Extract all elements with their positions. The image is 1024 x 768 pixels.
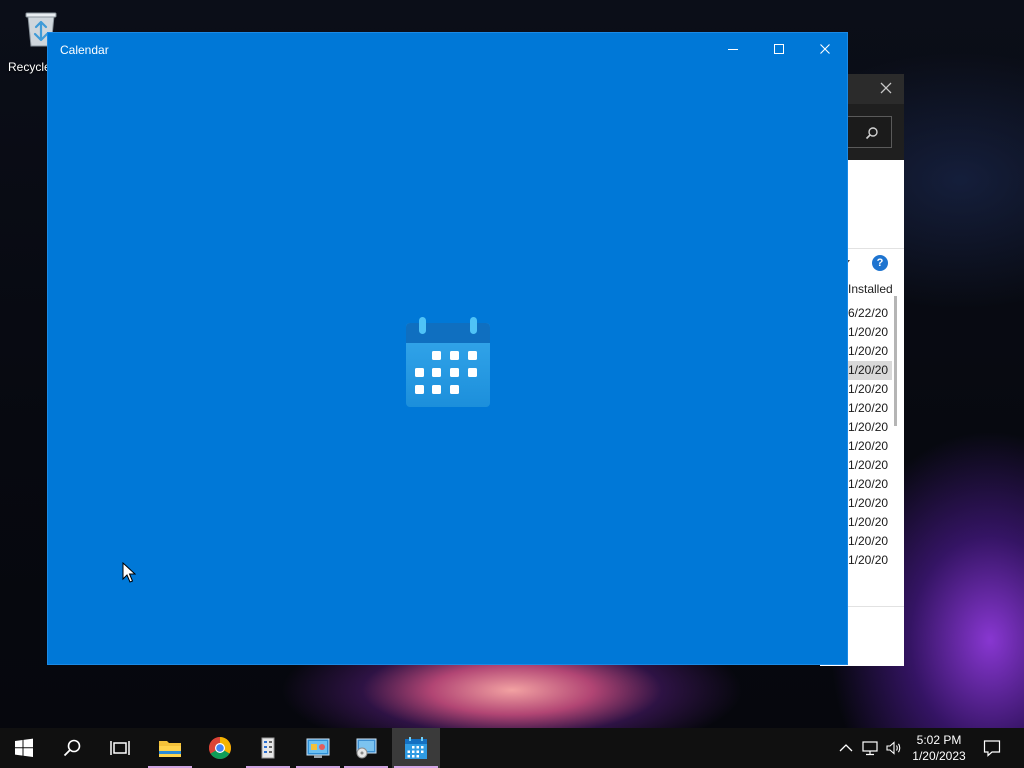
minimize-button[interactable] (710, 33, 756, 65)
calendar-taskbar-button[interactable] (392, 728, 440, 768)
folder-icon (159, 741, 181, 757)
help-icon[interactable]: ? (872, 255, 888, 271)
list-row[interactable]: 1/20/20 (848, 456, 892, 475)
maximize-icon (774, 44, 784, 54)
desktop: Recycle ? Installed 6/22/20 1/20/20 1/20/2… (0, 0, 1024, 728)
clock-time: 5:02 PM (916, 733, 962, 747)
calendar-titlebar[interactable]: Calendar (48, 33, 847, 65)
list-row[interactable]: 1/20/20 (848, 361, 892, 380)
server-manager-button[interactable] (244, 728, 292, 768)
list-row[interactable]: 1/20/20 (848, 532, 892, 551)
file-explorer-button[interactable] (146, 728, 194, 768)
list-row[interactable]: 1/20/20 (848, 551, 892, 570)
list-row[interactable]: 1/20/20 (848, 399, 892, 418)
taskbar: 5:02 PM 1/20/2023 (0, 728, 1024, 768)
maximize-button[interactable] (756, 33, 802, 65)
calendar-app-icon (406, 317, 490, 407)
calendar-icon (405, 737, 427, 759)
calendar-window[interactable]: Calendar (47, 32, 848, 665)
window-title: Calendar (60, 43, 109, 57)
search-icon (63, 739, 81, 757)
show-hidden-icons-button[interactable] (836, 738, 856, 758)
setup-icon (356, 738, 377, 759)
network-icon (862, 741, 878, 756)
network-tray-button[interactable] (860, 738, 880, 758)
start-button[interactable] (0, 728, 48, 768)
list-scrollbar[interactable] (894, 296, 897, 426)
list-row[interactable]: 1/20/20 (848, 437, 892, 456)
installed-programs-list[interactable]: 6/22/20 1/20/20 1/20/20 1/20/20 1/20/20 1/20/… (848, 304, 892, 570)
taskbar-clock[interactable]: 5:02 PM 1/20/2023 (904, 732, 974, 764)
chrome-icon (209, 737, 231, 759)
chrome-button[interactable] (196, 728, 244, 768)
control-panel-icon (306, 738, 330, 758)
search-button[interactable] (48, 728, 96, 768)
setup-button[interactable] (342, 728, 390, 768)
close-icon (820, 44, 830, 54)
close-button[interactable] (802, 33, 848, 65)
volume-tray-button[interactable] (884, 738, 904, 758)
list-row[interactable]: 1/20/20 (848, 418, 892, 437)
recycle-bin-label: Recycle (8, 60, 51, 74)
minimize-icon (728, 49, 738, 50)
installed-on-column-header[interactable]: Installed (848, 282, 893, 296)
list-row[interactable]: 1/20/20 (848, 323, 892, 342)
clock-date: 1/20/2023 (912, 749, 966, 763)
chevron-up-icon (839, 744, 853, 752)
list-row[interactable]: 1/20/20 (848, 494, 892, 513)
list-row[interactable]: 1/20/20 (848, 513, 892, 532)
close-icon[interactable] (878, 80, 894, 96)
list-row[interactable]: 6/22/20 (848, 304, 892, 323)
search-box[interactable] (842, 116, 892, 148)
control-panel-button[interactable] (294, 728, 342, 768)
notification-icon (983, 740, 1001, 757)
list-row[interactable]: 1/20/20 (848, 475, 892, 494)
mouse-cursor-icon (122, 562, 136, 583)
list-row[interactable]: 1/20/20 (848, 342, 892, 361)
task-view-button[interactable] (96, 728, 144, 768)
task-view-icon (110, 741, 130, 755)
action-center-button[interactable] (972, 728, 1012, 768)
volume-icon (886, 741, 901, 755)
server-manager-icon (261, 737, 275, 759)
search-icon[interactable] (865, 126, 879, 140)
list-row[interactable]: 1/20/20 (848, 380, 892, 399)
windows-logo-icon (15, 738, 33, 757)
